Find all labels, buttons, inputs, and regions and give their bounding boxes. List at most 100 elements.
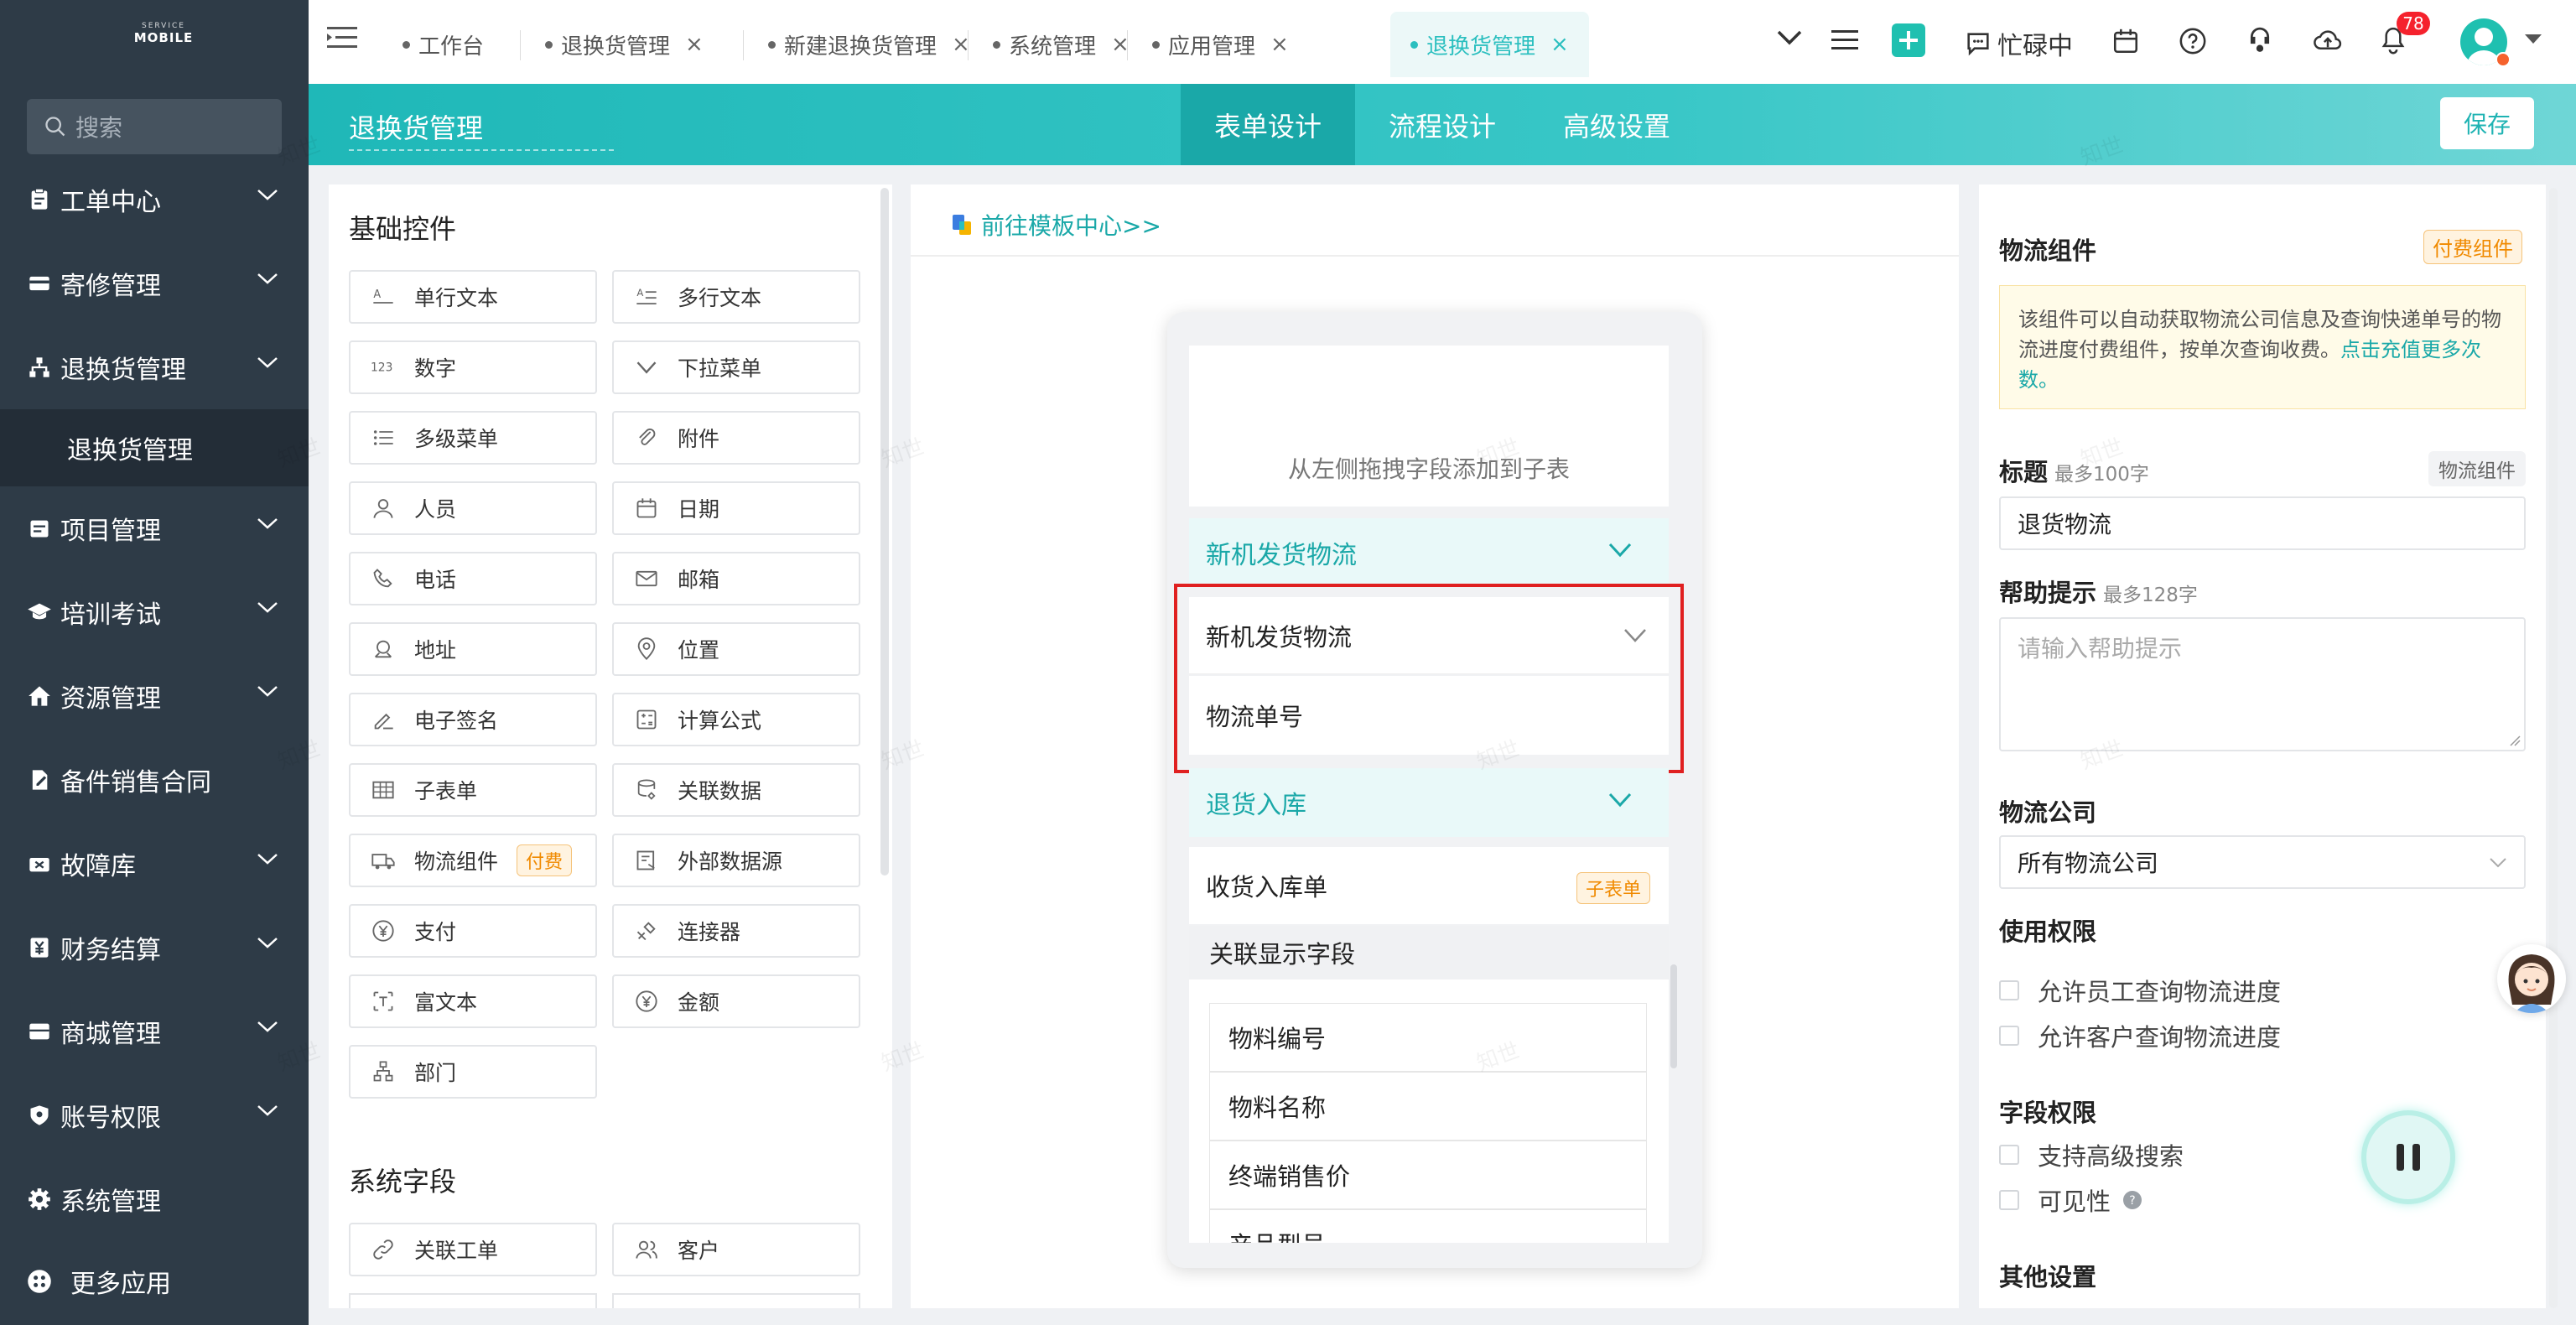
add-icon[interactable] <box>1892 23 1925 57</box>
control-map[interactable]: 地址 <box>349 622 597 676</box>
right-panel-scrollbar[interactable] <box>2549 188 2558 1308</box>
sidebar-subitem-returns[interactable]: 退换货管理 <box>0 409 309 486</box>
sidebar-more-apps[interactable]: 更多应用 <box>0 1239 309 1323</box>
control-link[interactable]: 关联工单 <box>349 1223 597 1276</box>
control-person[interactable]: 人员 <box>349 481 597 535</box>
checkbox-box <box>1999 1145 2019 1165</box>
advanced-search-checkbox[interactable]: 支持高级搜索 <box>1999 1137 2184 1172</box>
title-input[interactable]: 退货物流 <box>1999 496 2526 550</box>
app-logo[interactable]: SERVICE MOBILE <box>101 22 226 55</box>
assistant-avatar[interactable] <box>2497 944 2566 1013</box>
visibility-checkbox[interactable]: 可见性 ? <box>1999 1182 2142 1218</box>
sidebar-item-1[interactable]: 工单中心 <box>0 158 309 242</box>
field-label: 收货入库单 <box>1206 873 1328 902</box>
assoc-field-row[interactable]: 物料编号 <box>1209 1003 1647 1072</box>
resize-handle-icon[interactable] <box>2509 735 2521 746</box>
sidebar-search[interactable]: 搜索 <box>27 99 282 154</box>
control-org[interactable]: 部门 <box>349 1045 597 1099</box>
control-link-data[interactable]: 关联数据 <box>612 763 860 817</box>
control-multi-line-text[interactable]: A 多行文本 <box>612 270 860 324</box>
control-label: 计算公式 <box>678 709 762 733</box>
divider <box>911 255 1959 257</box>
form-title[interactable]: 退换货管理 <box>349 107 614 151</box>
sidebar-item-11[interactable]: 账号权限 <box>0 1073 309 1157</box>
tab-5[interactable]: 应用管理 × <box>1152 12 1289 77</box>
tab-flow-design[interactable]: 流程设计 <box>1355 84 1530 165</box>
allow-customer-query-checkbox[interactable]: 允许客户查询物流进度 <box>1999 1018 2281 1053</box>
group-new-shipment[interactable]: 新机发货物流 <box>1189 518 1669 587</box>
control-table[interactable]: 子表单 <box>349 763 597 817</box>
control-label: 位置 <box>678 638 720 662</box>
control-truck[interactable]: 物流组件 付费 <box>349 834 597 887</box>
sidebar-item-2[interactable]: 寄修管理 <box>0 242 309 325</box>
logistics-company-select[interactable]: 所有物流公司 <box>1999 835 2526 889</box>
help-icon[interactable] <box>2179 27 2207 55</box>
calendar-icon[interactable] <box>2111 27 2140 55</box>
sidebar-item-4[interactable]: 项目管理 <box>0 486 309 570</box>
tab-1[interactable]: 工作台 <box>402 12 484 77</box>
tab-3[interactable]: 新建退换货管理 × <box>768 12 970 77</box>
tab-2[interactable]: 退换货管理 × <box>545 12 704 77</box>
sidebar-item-9[interactable]: 财务结算 <box>0 906 309 990</box>
control-external-data[interactable]: 外部数据源 <box>612 834 860 887</box>
control-number[interactable]: 123 数字 <box>349 340 597 394</box>
sidebar-item-3[interactable]: 退换货管理 <box>0 325 309 409</box>
sidebar-item-12[interactable]: 系统管理 <box>0 1157 309 1241</box>
question-icon[interactable]: ? <box>2122 1190 2142 1210</box>
menu-toggle-icon[interactable] <box>327 25 357 54</box>
assoc-fields-list: 物料编号物料名称终端销售价产品型号 <box>1189 979 1669 1243</box>
tab-advanced-settings[interactable]: 高级设置 <box>1530 84 1704 165</box>
control-yen-circle[interactable]: 支付 <box>349 904 597 958</box>
control-location-pin[interactable]: 位置 <box>612 622 860 676</box>
control-calendar[interactable]: 日期 <box>612 481 860 535</box>
control-rich-text[interactable]: 富文本 <box>349 974 597 1028</box>
subtable-drop-zone[interactable]: 从左侧拖拽字段添加到子表 <box>1189 346 1669 507</box>
control-phone[interactable]: 电话 <box>349 552 597 605</box>
help-textarea[interactable]: 请输入帮助提示 <box>1999 617 2526 751</box>
control-single-line-text[interactable]: A 单行文本 <box>349 270 597 324</box>
sidebar-item-10[interactable]: 商城管理 <box>0 990 309 1073</box>
control-signature[interactable]: 电子签名 <box>349 693 597 746</box>
tab-6[interactable]: 退换货管理 × <box>1390 12 1589 77</box>
avatar-caret-icon[interactable] <box>2524 34 2542 45</box>
field-permission-label: 字段权限 <box>1999 1099 2097 1127</box>
card-icon <box>27 271 52 296</box>
close-icon[interactable]: × <box>1270 32 1289 57</box>
chevron-down-icon <box>257 852 278 865</box>
cloud-upload-icon[interactable] <box>2313 27 2343 54</box>
assoc-field-row[interactable]: 产品型号 <box>1209 1209 1647 1243</box>
list-menu-icon[interactable] <box>1831 29 1858 52</box>
sidebar-item-5[interactable]: 培训考试 <box>0 570 309 654</box>
close-icon[interactable]: × <box>685 32 704 57</box>
control-dropdown[interactable]: 下拉菜单 <box>612 340 860 394</box>
template-center-link[interactable]: 前往模板中心>> <box>951 208 1161 242</box>
chevron-down-icon[interactable] <box>1776 29 1803 47</box>
control-calculator[interactable]: 计算公式 <box>612 693 860 746</box>
title-input-value: 退货物流 <box>2018 511 2112 538</box>
control-paperclip[interactable]: 附件 <box>612 411 860 465</box>
control-list[interactable]: 多级菜单 <box>349 411 597 465</box>
field-receipt-subtable[interactable]: 收货入库单 子表单 <box>1189 847 1669 924</box>
control-connector[interactable]: 连接器 <box>612 904 860 958</box>
status-toggle[interactable]: 忙碌中 <box>1964 25 2073 62</box>
control-customer[interactable]: 客户 <box>612 1223 860 1276</box>
chevron-down-icon <box>257 188 278 201</box>
customer-service-icon[interactable] <box>2246 25 2274 55</box>
preview-scrollbar[interactable] <box>1670 964 1677 1068</box>
assoc-field-label: 终端销售价 <box>1228 1162 1351 1191</box>
control-mail[interactable]: 邮箱 <box>612 552 860 605</box>
pause-button[interactable] <box>2366 1115 2450 1199</box>
close-icon[interactable]: × <box>1550 32 1569 57</box>
assoc-field-row[interactable]: 物料名称 <box>1209 1072 1647 1141</box>
control-amount[interactable]: 金额 <box>612 974 860 1028</box>
save-button[interactable]: 保存 <box>2440 97 2534 149</box>
sidebar-item-7[interactable]: 备件销售合同 <box>0 738 309 822</box>
assoc-field-label: 产品型号 <box>1228 1226 1326 1243</box>
allow-staff-query-checkbox[interactable]: 允许员工查询物流进度 <box>1999 973 2281 1008</box>
tab-4[interactable]: 系统管理 × <box>993 12 1130 77</box>
group-return-warehousing[interactable]: 退货入库 <box>1189 768 1669 837</box>
sidebar-item-8[interactable]: 故障库 <box>0 822 309 906</box>
tab-form-design[interactable]: 表单设计 <box>1181 84 1355 165</box>
sidebar-item-6[interactable]: 资源管理 <box>0 654 309 738</box>
assoc-field-row[interactable]: 终端销售价 <box>1209 1141 1647 1209</box>
